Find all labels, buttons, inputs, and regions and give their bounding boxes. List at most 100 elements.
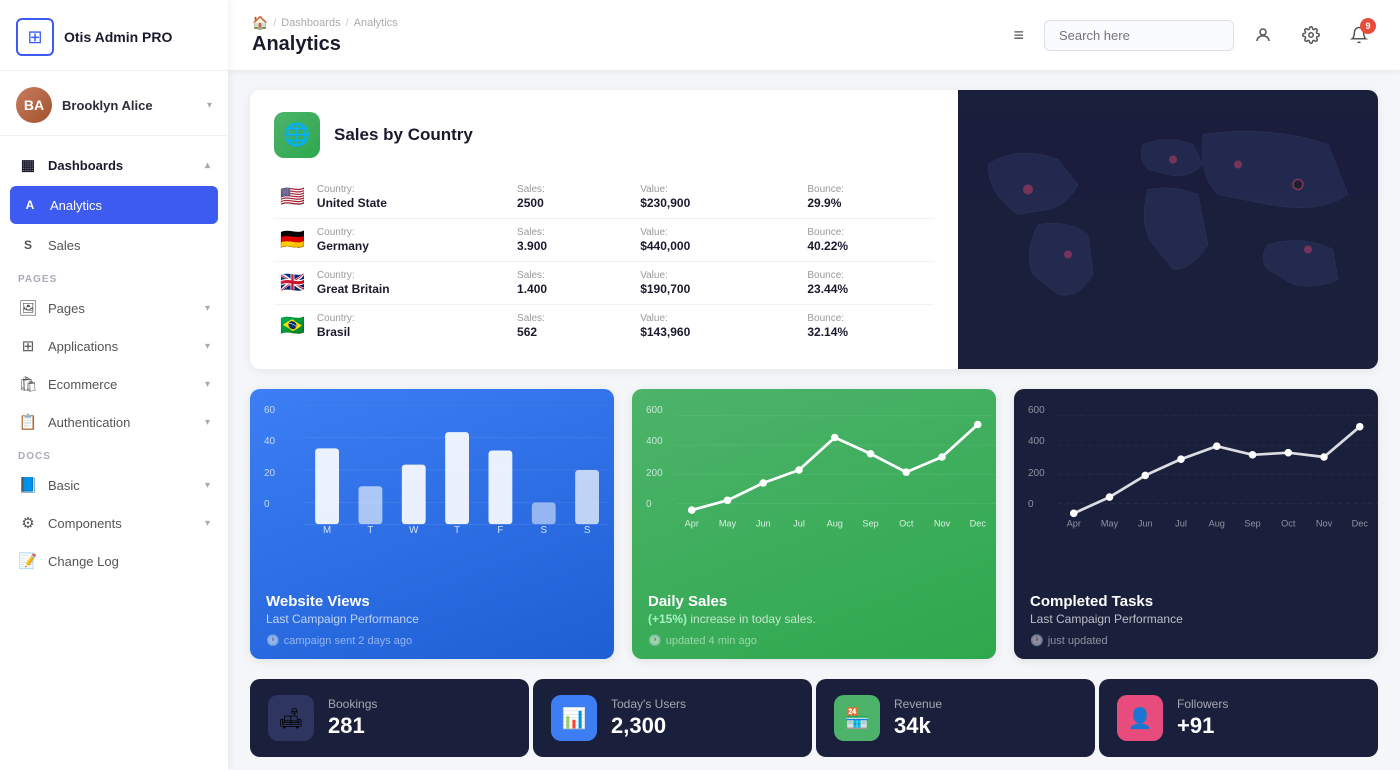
chart-time: 🕐 updated 4 min ago	[648, 634, 980, 647]
breadcrumb-path: 🏠 / Dashboards / Analytics	[252, 15, 1001, 31]
y-label: 0	[646, 499, 663, 510]
svg-text:Jun: Jun	[1138, 518, 1153, 528]
daily-sales-card: 600 400 200 0	[632, 389, 996, 659]
stats-row: 🛋 Bookings 281 📊 Today's Users 2,300 🏪 R…	[250, 679, 1378, 757]
chevron-up-icon: ▴	[205, 160, 210, 171]
svg-text:S: S	[540, 525, 547, 535]
pages-icon: 🖼	[18, 298, 38, 318]
sidebar-item-components[interactable]: ⚙ Components ▾	[0, 504, 228, 542]
y-label: 20	[264, 468, 275, 479]
sales-value: 2500	[517, 196, 614, 210]
sidebar-nav: ▦ Dashboards ▴ A Analytics S Sales PAGES…	[0, 136, 228, 770]
sidebar-item-label: Authentication	[48, 415, 195, 430]
sales-label: Sales:	[517, 313, 614, 324]
sidebar-item-label: Dashboards	[48, 158, 195, 173]
breadcrumb: 🏠 / Dashboards / Analytics Analytics	[252, 15, 1001, 56]
sidebar-item-pages[interactable]: 🖼 Pages ▾	[0, 289, 228, 327]
value-label: Value:	[640, 270, 781, 281]
completed-tasks-info: Completed Tasks Last Campaign Performanc…	[1014, 579, 1378, 659]
stat-card-followers: 👤 Followers +91	[1099, 679, 1378, 757]
bookings-icon-box: 🛋	[268, 695, 314, 741]
flag-br: 🇧🇷	[280, 315, 305, 337]
value-value: $143,960	[640, 325, 781, 339]
y-label: 0	[264, 499, 275, 510]
sales-value: 1.400	[517, 282, 614, 296]
flag-us: 🇺🇸	[280, 186, 305, 208]
svg-text:Sep: Sep	[862, 518, 878, 528]
sidebar-item-label: Sales	[48, 238, 210, 253]
value-value: $190,700	[640, 282, 781, 296]
breadcrumb-analytics: Analytics	[354, 17, 398, 29]
sidebar-item-changelog[interactable]: 📝 Change Log	[0, 542, 228, 580]
sidebar-item-label: Components	[48, 516, 195, 531]
sidebar-item-basic[interactable]: 📘 Basic ▾	[0, 466, 228, 504]
notifications-icon-button[interactable]: 9	[1342, 18, 1376, 52]
flag-de: 🇩🇪	[280, 229, 305, 251]
topbar: 🏠 / Dashboards / Analytics Analytics ≡ 9	[228, 0, 1400, 70]
sidebar-item-label: Pages	[48, 301, 195, 316]
card-header: 🌐 Sales by Country	[274, 112, 934, 158]
time-text: just updated	[1048, 635, 1108, 647]
topbar-icons: 9	[1246, 18, 1376, 52]
country-label: Country:	[317, 313, 491, 324]
chevron-down-icon: ▾	[205, 341, 210, 352]
stat-label: Followers	[1177, 697, 1360, 711]
bounce-value: 23.44%	[807, 282, 928, 296]
value-label: Value:	[640, 313, 781, 324]
chevron-down-icon: ▾	[205, 417, 210, 428]
website-views-card: 60 40 20 0	[250, 389, 614, 659]
y-axis-labels: 600 400 200 0	[1028, 405, 1045, 510]
svg-text:W: W	[409, 525, 419, 535]
chevron-down-icon: ▾	[205, 379, 210, 390]
svg-text:Nov: Nov	[934, 518, 951, 528]
stat-card-bookings: 🛋 Bookings 281	[250, 679, 529, 757]
sidebar-item-label: Analytics	[50, 198, 208, 213]
clock-icon: 🕐	[1030, 634, 1044, 647]
chevron-down-icon: ▾	[205, 518, 210, 529]
svg-text:F: F	[497, 525, 503, 535]
page-title: Analytics	[252, 33, 1001, 56]
bar-chart-container: 60 40 20 0	[250, 389, 614, 579]
sidebar-item-authentication[interactable]: 📋 Authentication ▾	[0, 403, 228, 441]
sidebar-item-label: Applications	[48, 339, 195, 354]
breadcrumb-dashboards: Dashboards	[281, 17, 340, 29]
search-input[interactable]	[1044, 20, 1234, 51]
stat-label: Bookings	[328, 697, 511, 711]
svg-text:Aug: Aug	[827, 518, 843, 528]
clock-icon: 🕐	[266, 634, 280, 647]
globe-icon: 🌐	[274, 112, 320, 158]
menu-icon[interactable]: ≡	[1013, 25, 1024, 46]
section-label-docs: DOCS	[0, 441, 228, 466]
time-text: campaign sent 2 days ago	[284, 635, 412, 647]
sales-by-country-card: 🌐 Sales by Country 🇺🇸 Country: United St…	[250, 90, 1378, 369]
user-icon-button[interactable]	[1246, 18, 1280, 52]
settings-icon-button[interactable]	[1294, 18, 1328, 52]
users-icon-box: 📊	[551, 695, 597, 741]
table-row: 🇺🇸 Country: United State Sales: 2500 Val…	[274, 176, 934, 219]
y-label: 400	[646, 436, 663, 447]
country-label: Country:	[317, 184, 491, 195]
sales-label: Sales:	[517, 227, 614, 238]
svg-text:Nov: Nov	[1316, 518, 1333, 528]
svg-text:Dec: Dec	[970, 518, 987, 528]
chevron-down-icon: ▾	[207, 100, 212, 111]
sidebar-item-sales[interactable]: S Sales	[0, 226, 228, 264]
app-name: Otis Admin PRO	[64, 29, 172, 46]
sales-value: 3.900	[517, 239, 614, 253]
y-label: 400	[1028, 436, 1045, 447]
user-profile[interactable]: BA Brooklyn Alice ▾	[0, 71, 228, 136]
sidebar-item-analytics[interactable]: A Analytics	[10, 186, 218, 224]
country-label: Country:	[317, 270, 491, 281]
clock-icon: 🕐	[648, 634, 662, 647]
content-area: 🌐 Sales by Country 🇺🇸 Country: United St…	[228, 70, 1400, 770]
breadcrumb-sep2: /	[346, 17, 349, 29]
y-label: 60	[264, 405, 275, 416]
sidebar-item-applications[interactable]: ⊞ Applications ▾	[0, 327, 228, 365]
charts-row: 60 40 20 0	[250, 389, 1378, 659]
svg-text:S: S	[584, 525, 591, 535]
sidebar-item-dashboards[interactable]: ▦ Dashboards ▴	[0, 146, 228, 184]
table-row: 🇩🇪 Country: Germany Sales: 3.900 Value:	[274, 219, 934, 262]
bounce-value: 40.22%	[807, 239, 928, 253]
sidebar-item-ecommerce[interactable]: 🛍 Ecommerce ▾	[0, 365, 228, 403]
svg-text:Dec: Dec	[1352, 518, 1369, 528]
